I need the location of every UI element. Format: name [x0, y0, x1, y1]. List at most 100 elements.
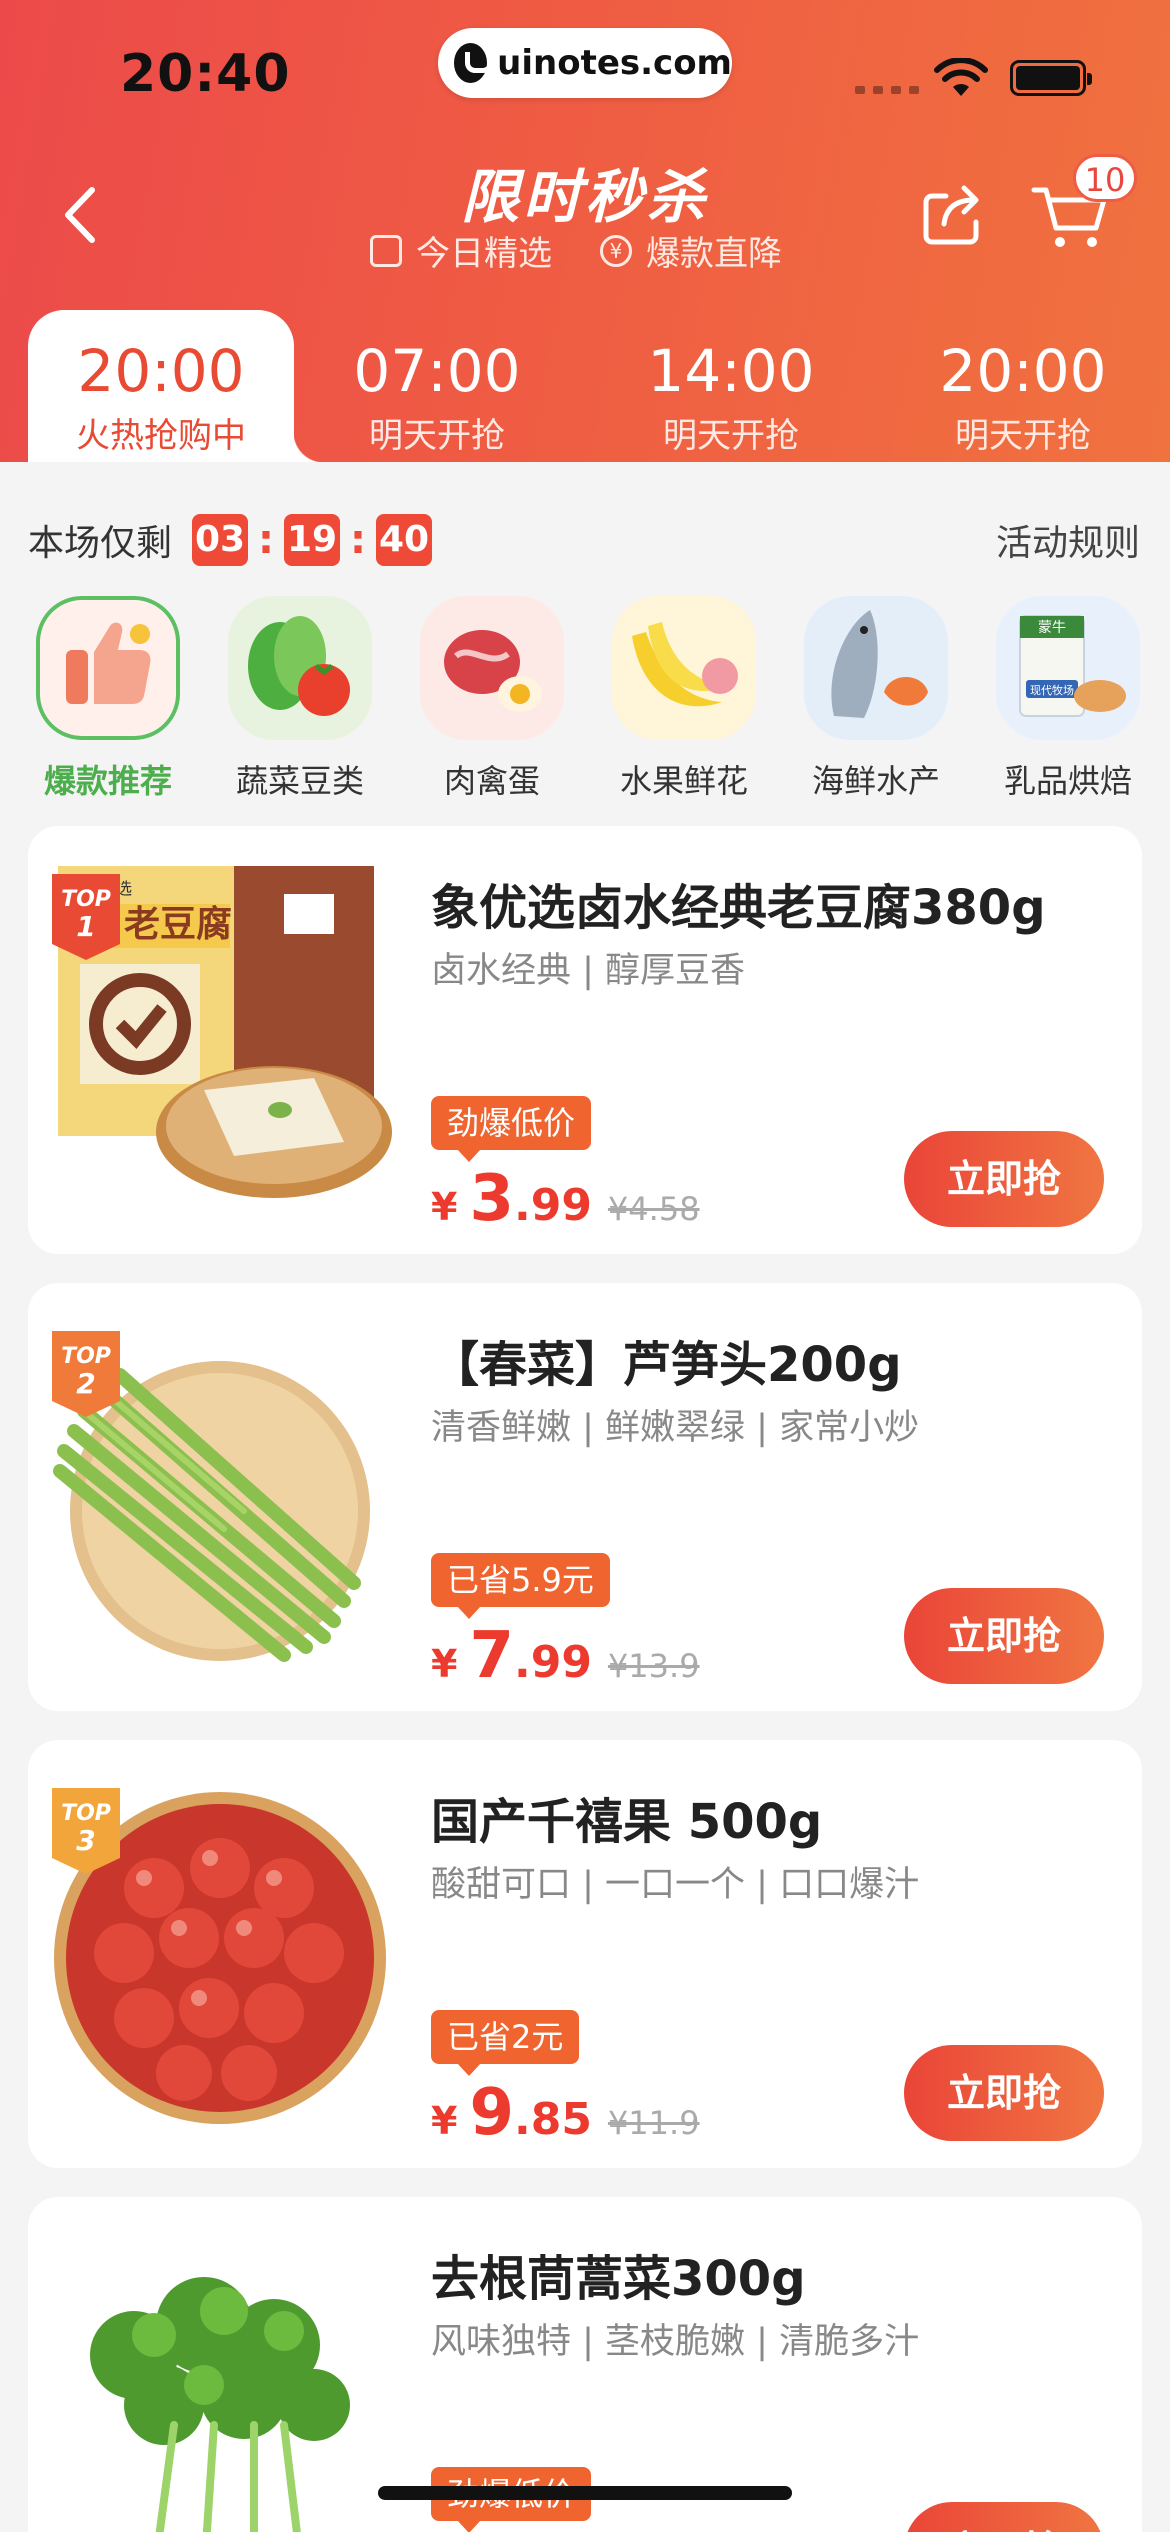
category-label: 乳品烘焙	[1003, 762, 1132, 800]
tab-14-00[interactable]: 14:00 明天开抢	[586, 310, 876, 462]
home-indicator	[378, 2486, 792, 2500]
tag-label: 今日精选	[416, 234, 552, 274]
share-icon[interactable]	[922, 182, 984, 246]
product-card[interactable]: 去根茼蒿菜300g 风味独特 | 茎枝脆嫩 | 清脆多汁 劲爆低价 立即抢	[28, 2197, 1142, 2532]
calendar-icon	[370, 234, 402, 267]
svg-text:TOP: TOP	[61, 1344, 111, 1369]
category-seafood[interactable]: 海鲜水产	[786, 596, 966, 802]
product-card[interactable]: TOP 2 【春菜】芦笋头200g 清香鲜嫩 | 鲜嫩翠绿 | 家常小炒 已省5…	[28, 1283, 1142, 1711]
price: ¥ 7 .99 ¥13.9	[431, 1619, 700, 1693]
product-name: 去根茼蒿菜300g	[431, 2251, 806, 2307]
price-decimal: .99	[513, 1637, 592, 1688]
page-title: 限时秒杀	[460, 163, 709, 231]
product-name: 象优选卤水经典老豆腐380g	[431, 880, 1046, 936]
category-label: 水果鲜花	[619, 762, 748, 800]
rank-badge: TOP 1	[52, 874, 120, 960]
original-price: ¥11.9	[607, 2104, 700, 2142]
product-desc: 酸甜可口 | 一口一个 | 口口爆汁	[431, 1865, 920, 1905]
countdown-minutes: 19	[284, 514, 341, 566]
price: ¥ 9 .85 ¥11.9	[431, 2076, 700, 2150]
banana-icon	[612, 596, 756, 740]
yen-icon: ¥	[600, 234, 632, 267]
product-image-crown-daisy	[90, 2277, 350, 2532]
tab-time: 20:00	[939, 337, 1107, 405]
url-pill[interactable]: uinotes.com	[438, 28, 732, 98]
svg-text:1: 1	[76, 910, 95, 943]
activity-rules-link[interactable]: 活动规则	[996, 514, 1140, 566]
price-currency: ¥	[431, 1642, 458, 1686]
countdown-label: 本场仅剩	[28, 523, 173, 564]
cart-count-badge: 10	[1073, 154, 1137, 202]
category-hot[interactable]: 爆款推荐	[18, 596, 198, 802]
category-fruit-flower[interactable]: 水果鲜花	[594, 596, 774, 802]
product-desc: 卤水经典 | 醇厚豆香	[431, 951, 746, 991]
svg-text:TOP: TOP	[61, 1801, 111, 1826]
countdown-colon: :	[258, 517, 275, 563]
tab-status: 火热抢购中	[76, 416, 246, 456]
tab-07-00[interactable]: 07:00 明天开抢	[292, 310, 582, 462]
countdown-seconds: 40	[376, 514, 433, 566]
promo-tag: 劲爆低价	[431, 1096, 592, 1162]
time-tabs: 20:00 火热抢购中 07:00 明天开抢 14:00 明天开抢 20:00 …	[0, 310, 1170, 462]
price-currency: ¥	[431, 2099, 458, 2143]
original-price: ¥13.9	[607, 1647, 700, 1685]
tag-today: 今日精选	[370, 226, 552, 275]
tag-discount: ¥ 爆款直降	[600, 226, 782, 275]
category-label: 爆款推荐	[43, 762, 172, 800]
fish-icon	[804, 596, 948, 740]
milk-bread-icon: 蒙牛 现代牧场	[996, 596, 1140, 740]
promo-tag: 已省2元	[431, 2010, 580, 2076]
meat-egg-icon	[420, 596, 564, 740]
rank-badge: TOP 2	[52, 1331, 120, 1417]
tab-status: 明天开抢	[663, 416, 799, 456]
category-dairy-bakery[interactable]: 蒙牛 现代牧场 乳品烘焙	[978, 596, 1158, 802]
header-tags: 今日精选 ¥ 爆款直降	[370, 226, 782, 275]
original-price: ¥4.58	[607, 1190, 700, 1228]
rank-badge: TOP 3	[52, 1788, 120, 1874]
tab-time: 14:00	[647, 337, 815, 405]
price-integer: 7	[469, 1619, 514, 1693]
product-desc: 清香鲜嫩 | 鲜嫩翠绿 | 家常小炒	[431, 1408, 920, 1448]
svg-text:2: 2	[76, 1367, 95, 1400]
tab-time: 20:00	[77, 337, 245, 405]
category-bar: 爆款推荐 蔬菜豆类 肉禽蛋 水果鲜花 海鲜水产 蒙牛 现代牧场 乳品烘焙	[0, 596, 1170, 800]
tab-status: 明天开抢	[955, 416, 1091, 456]
tab-20-00-today[interactable]: 20:00 火热抢购中	[28, 310, 324, 462]
category-meat-egg[interactable]: 肉禽蛋	[402, 596, 582, 802]
buy-now-button[interactable]: 立即抢	[904, 2045, 1104, 2141]
wifi-icon	[934, 58, 988, 96]
url-text: uinotes.com	[497, 43, 732, 83]
countdown: 本场仅剩 03 : 19 : 40	[28, 514, 433, 566]
countdown-colon: :	[350, 517, 367, 563]
product-name: 国产千禧果 500g	[431, 1794, 823, 1850]
category-label: 海鲜水产	[811, 762, 940, 800]
battery-icon	[1010, 60, 1092, 96]
price: ¥ 3 .99 ¥4.58	[431, 1162, 700, 1236]
price-integer: 9	[469, 2076, 514, 2150]
category-vegetable[interactable]: 蔬菜豆类	[210, 596, 390, 802]
thumbs-up-icon	[36, 596, 180, 740]
price-decimal: .85	[513, 2094, 592, 2145]
vegetable-icon	[228, 596, 372, 740]
product-card[interactable]: TOP 3 国产千禧果 500g 酸甜可口 | 一口一个 | 口口爆汁 已省2元…	[28, 1740, 1142, 2168]
product-name: 【春菜】芦笋头200g	[431, 1337, 902, 1393]
tab-20-00-tomorrow[interactable]: 20:00 明天开抢	[878, 310, 1168, 462]
buy-now-button[interactable]: 立即抢	[904, 2502, 1104, 2532]
price-currency: ¥	[431, 1185, 458, 1229]
status-time: 20:40	[120, 44, 291, 104]
tab-time: 07:00	[353, 337, 521, 405]
tag-label: 爆款直降	[646, 234, 782, 274]
countdown-hours: 03	[192, 514, 249, 566]
buy-now-button[interactable]: 立即抢	[904, 1588, 1104, 1684]
site-logo-icon	[454, 43, 494, 83]
svg-text:3: 3	[76, 1824, 95, 1857]
promo-tag: 已省5.9元	[431, 1553, 610, 1619]
milk-brand-text: 蒙牛	[1038, 620, 1066, 636]
milk-sub-text: 现代牧场	[1030, 683, 1074, 697]
tab-status: 明天开抢	[369, 416, 505, 456]
tofu-pack-text: 老豆腐	[124, 904, 232, 945]
price-decimal: .99	[513, 1180, 592, 1231]
buy-now-button[interactable]: 立即抢	[904, 1131, 1104, 1227]
product-card[interactable]: 象优选 老豆腐 TOP 1 象优选卤水经典老豆腐380g 卤水经典 | 醇厚豆香…	[28, 826, 1142, 1254]
product-desc: 风味独特 | 茎枝脆嫩 | 清脆多汁	[431, 2322, 920, 2362]
